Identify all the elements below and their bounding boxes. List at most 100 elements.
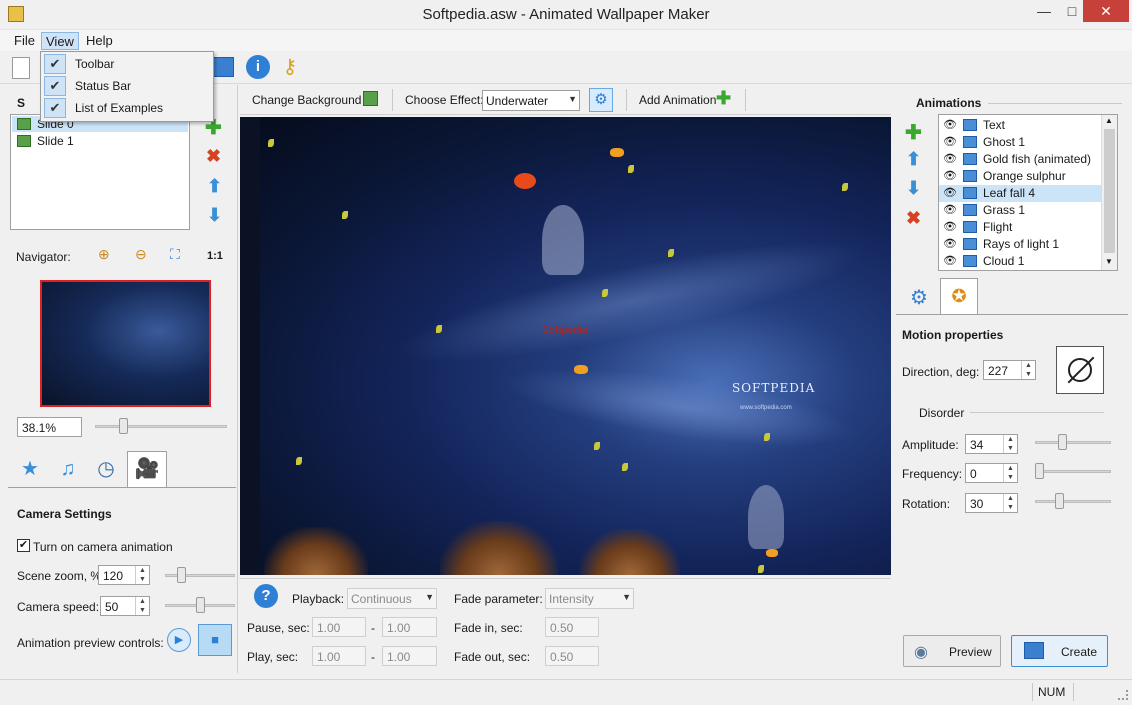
new-file-icon[interactable]	[12, 57, 30, 79]
animation-item[interactable]: 👁 Rays of light 1	[939, 236, 1101, 253]
change-background-icon[interactable]	[363, 91, 378, 106]
menu-view[interactable]: View	[41, 32, 79, 50]
one-to-one-button[interactable]: 1:1	[207, 250, 223, 262]
animation-item[interactable]: 👁 Flight	[939, 219, 1101, 236]
create-wallpaper-icon[interactable]	[212, 57, 234, 77]
amplitude-slider-thumb[interactable]	[1058, 434, 1067, 450]
camera-animation-checkbox[interactable]: ✔	[17, 539, 30, 552]
change-background-button[interactable]: Change Background	[252, 93, 361, 107]
slide-item-1[interactable]: Slide 1	[12, 133, 188, 149]
scene-zoom-slider-thumb[interactable]	[177, 567, 186, 583]
effect-settings-icon[interactable]: ⚙	[589, 88, 613, 112]
scene-zoom-slider-track[interactable]	[165, 574, 235, 577]
close-button[interactable]: ✕	[1083, 0, 1129, 22]
zoom-slider-thumb[interactable]	[119, 418, 128, 434]
motion-tab-icon[interactable]: ✪	[940, 278, 978, 315]
stop-preview-button[interactable]: ■	[198, 624, 232, 656]
spin-arrows[interactable]: ▲ ▼	[135, 597, 149, 615]
visibility-eye-icon[interactable]: 👁	[943, 254, 957, 267]
amplitude-field[interactable]: 34 ▲ ▼	[965, 434, 1018, 454]
fit-icon[interactable]: ⛶	[170, 246, 180, 263]
zoom-in-icon[interactable]: ⊕	[98, 246, 110, 263]
add-animation-icon[interactable]: ✚	[716, 88, 731, 109]
animation-item[interactable]: 👁 Ghost 1	[939, 134, 1101, 151]
direction-compass-icon[interactable]	[1056, 346, 1104, 394]
rotation-field[interactable]: 30 ▲ ▼	[965, 493, 1018, 513]
frequency-field[interactable]: 0 ▲ ▼	[965, 463, 1018, 483]
frequency-slider-thumb[interactable]	[1035, 463, 1044, 479]
star-tab-icon[interactable]: ★	[12, 452, 48, 486]
music-tab-icon[interactable]: ♫	[50, 452, 86, 486]
amplitude-slider-track[interactable]	[1035, 441, 1111, 444]
rotation-slider-thumb[interactable]	[1055, 493, 1064, 509]
fade-out-field[interactable]: 0.50	[545, 646, 599, 666]
direction-field[interactable]: 227 ▲ ▼	[983, 360, 1036, 380]
fade-in-field[interactable]: 0.50	[545, 617, 599, 637]
visibility-eye-icon[interactable]: 👁	[943, 169, 957, 182]
zoom-percent-field[interactable]: 38.1%	[17, 417, 82, 437]
effect-select[interactable]: Underwater ▼	[482, 90, 580, 111]
camera-speed-field[interactable]: 50 ▲ ▼	[100, 596, 150, 616]
animations-list[interactable]: 👁 Cloud 1 👁 Rays of light 1 👁 Flight 👁 Grass 1 👁…	[938, 114, 1118, 271]
menu-item-status-bar[interactable]: ✔ Status Bar	[41, 75, 213, 97]
fade-param-select[interactable]: Intensity ▼	[545, 588, 634, 609]
gear-tab-icon[interactable]: ⚙	[902, 282, 936, 314]
menu-item-toolbar[interactable]: ✔ Toolbar	[41, 53, 213, 75]
animation-item[interactable]: 👁 Text	[939, 117, 1101, 134]
spin-arrows[interactable]: ▲ ▼	[1003, 435, 1017, 453]
menu-file[interactable]: File	[10, 32, 39, 50]
scroll-up-icon[interactable]: ▲	[1105, 116, 1113, 125]
spin-arrows[interactable]: ▲ ▼	[1003, 494, 1017, 512]
scroll-thumb[interactable]	[1104, 129, 1115, 253]
visibility-eye-icon[interactable]: 👁	[943, 186, 957, 199]
animation-item[interactable]: 👁 Leaf fall 4	[939, 185, 1101, 202]
visibility-eye-icon[interactable]: 👁	[943, 152, 957, 165]
slides-list[interactable]: Slide 0 Slide 1	[10, 114, 190, 230]
playback-select[interactable]: Continuous ▼	[347, 588, 437, 609]
pause-to-field[interactable]: 1.00	[382, 617, 437, 637]
animation-item[interactable]: 👁 Orange sulphur	[939, 168, 1101, 185]
move-animation-up-icon[interactable]: ⬆	[906, 149, 921, 170]
move-animation-down-icon[interactable]: ⬇	[906, 178, 921, 199]
visibility-eye-icon[interactable]: 👁	[943, 220, 957, 233]
preview-button[interactable]: ◉ Preview	[903, 635, 1001, 667]
animation-item[interactable]: 👁 Cloud 1	[939, 253, 1101, 270]
resize-grip-icon[interactable]	[1118, 690, 1128, 700]
pause-from-field[interactable]: 1.00	[312, 617, 366, 637]
visibility-eye-icon[interactable]: 👁	[943, 237, 957, 250]
spin-arrows[interactable]: ▲ ▼	[1003, 464, 1017, 482]
scene-zoom-field[interactable]: 120 ▲ ▼	[98, 565, 150, 585]
move-up-icon[interactable]: ⬆	[207, 176, 222, 197]
camera-tab-icon[interactable]: 🎥	[127, 451, 167, 488]
camera-speed-slider-thumb[interactable]	[196, 597, 205, 613]
create-button[interactable]: Create	[1011, 635, 1108, 667]
clock-tab-icon[interactable]: ◷	[88, 452, 124, 486]
visibility-eye-icon[interactable]: 👁	[943, 135, 957, 148]
help-icon[interactable]: ?	[254, 584, 278, 608]
info-icon[interactable]: i	[246, 55, 270, 79]
frequency-slider-track[interactable]	[1035, 470, 1111, 473]
zoom-slider-track[interactable]	[95, 425, 227, 428]
play-to-field[interactable]: 1.00	[382, 646, 437, 666]
visibility-eye-icon[interactable]: 👁	[943, 203, 957, 216]
key-icon[interactable]: ⚷	[278, 55, 302, 79]
wallpaper-canvas[interactable]: SOFTPEDIA www.softpedia.com Softpedia	[240, 117, 891, 575]
scroll-down-icon[interactable]: ▼	[1105, 257, 1113, 266]
delete-animation-icon[interactable]: ✖	[906, 208, 921, 229]
zoom-out-icon[interactable]: ⊖	[135, 246, 147, 263]
spin-arrows[interactable]: ▲ ▼	[1021, 361, 1035, 379]
menu-help[interactable]: Help	[82, 32, 117, 50]
play-from-field[interactable]: 1.00	[312, 646, 366, 666]
spin-arrows[interactable]: ▲ ▼	[135, 566, 149, 584]
add-animation-button[interactable]: Add Animation	[639, 93, 716, 107]
delete-slide-icon[interactable]: ✖	[206, 146, 221, 167]
visibility-eye-icon[interactable]: 👁	[943, 118, 957, 131]
navigator-preview[interactable]	[40, 280, 211, 407]
menu-item-list-of-examples[interactable]: ✔ List of Examples	[41, 97, 213, 119]
animation-item[interactable]: 👁 Gold fish (animated)	[939, 151, 1101, 168]
play-preview-button[interactable]: ▶	[167, 628, 191, 652]
move-down-icon[interactable]: ⬇	[207, 205, 222, 226]
animations-list-scrollbar[interactable]: ▲ ▼	[1101, 115, 1117, 270]
animation-item[interactable]: 👁 Grass 1	[939, 202, 1101, 219]
rotation-slider-track[interactable]	[1035, 500, 1111, 503]
